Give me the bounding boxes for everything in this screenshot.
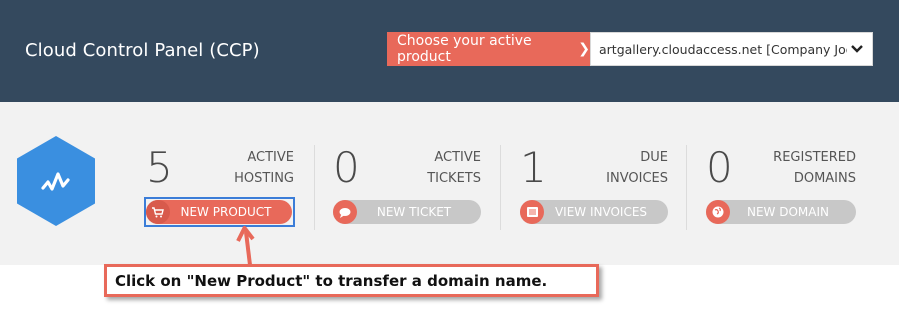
stat-label: ACTIVE TICKETS: [427, 147, 481, 189]
product-picker: Choose your active product ❯ artgallery.…: [387, 32, 873, 66]
chat-bubble-icon: [333, 200, 357, 224]
stat-label: DUE INVOICES: [606, 147, 668, 189]
stat-divider: [500, 145, 501, 230]
stat-divider: [686, 145, 687, 230]
stat-label-line2: TICKETS: [427, 171, 481, 186]
stat-label-line1: REGISTERED: [773, 150, 856, 165]
app-title: Cloud Control Panel (CCP): [25, 40, 260, 61]
chevron-down-icon: [847, 42, 867, 56]
pulse-logo-icon: [17, 136, 95, 226]
stat-label-line2: HOSTING: [234, 171, 294, 186]
active-product-select[interactable]: artgallery.cloudaccess.net [Company Joo.…: [590, 32, 873, 66]
stat-label: ACTIVE HOSTING: [234, 147, 294, 189]
invoice-list-icon: [520, 200, 544, 224]
stat-active-tickets: 0 ACTIVE TICKETS NEW TICKET: [333, 145, 481, 235]
stat-label-line1: ACTIVE: [247, 150, 294, 165]
view-invoices-label: VIEW INVOICES: [554, 205, 648, 219]
stat-label-line1: DUE: [640, 150, 668, 165]
globe-icon: [706, 200, 730, 224]
stat-due-invoices: 1 DUE INVOICES VIEW INVOICES: [520, 145, 668, 235]
stat-label: REGISTERED DOMAINS: [773, 147, 856, 189]
stat-divider: [314, 145, 315, 230]
stat-count: 0: [706, 143, 733, 192]
instruction-callout: Click on "New Product" to transfer a dom…: [104, 264, 599, 297]
new-product-highlight: [144, 197, 295, 227]
stat-registered-domains: 0 REGISTERED DOMAINS NEW DOMAIN: [706, 145, 856, 235]
chevron-right-icon: ❯: [578, 41, 590, 57]
new-ticket-button[interactable]: NEW TICKET: [333, 200, 481, 224]
top-header: Cloud Control Panel (CCP) Choose your ac…: [0, 0, 899, 102]
new-ticket-label: NEW TICKET: [376, 205, 452, 219]
new-domain-button[interactable]: NEW DOMAIN: [706, 200, 856, 224]
active-product-value: artgallery.cloudaccess.net [Company Joo.…: [599, 41, 847, 57]
stat-count: 1: [520, 143, 547, 192]
choose-product-label: Choose your active product: [397, 33, 532, 65]
stat-count: 0: [333, 143, 360, 192]
stat-label-line2: INVOICES: [606, 171, 668, 186]
stat-count: 5: [146, 143, 173, 192]
stat-label-line2: DOMAINS: [793, 171, 856, 186]
instruction-callout-text: Click on "New Product" to transfer a dom…: [115, 271, 548, 290]
view-invoices-button[interactable]: VIEW INVOICES: [520, 200, 668, 224]
stat-label-line1: ACTIVE: [434, 150, 481, 165]
new-domain-label: NEW DOMAIN: [746, 205, 829, 219]
choose-product-button[interactable]: Choose your active product ❯: [387, 32, 590, 66]
